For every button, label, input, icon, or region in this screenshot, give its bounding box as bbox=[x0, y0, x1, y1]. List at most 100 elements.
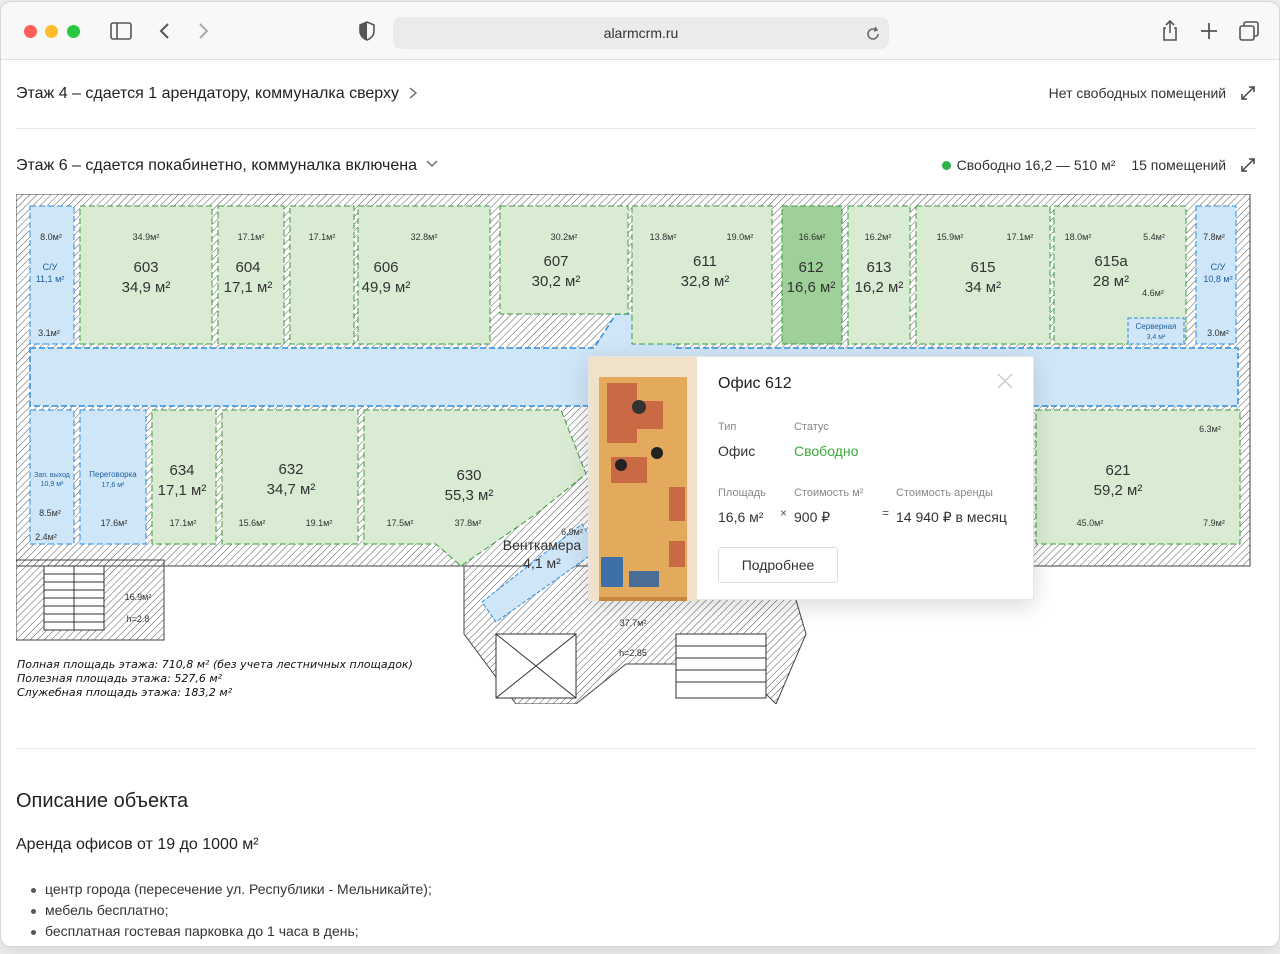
page-content: Этаж 4 – сдается 1 арендатору, коммуналк… bbox=[1, 60, 1279, 946]
small-label: 15.9м² bbox=[937, 232, 964, 242]
tabs-icon[interactable] bbox=[1236, 18, 1262, 44]
meeting-label: Переговорка bbox=[89, 470, 137, 479]
small-label: 17.1м² bbox=[170, 518, 197, 528]
wc-right-area: 10,8 м² bbox=[1203, 274, 1232, 284]
meeting-area: 17,6 м² bbox=[102, 482, 125, 489]
room-603-area: 34,9 м² bbox=[122, 279, 171, 296]
room-613-area: 16,2 м² bbox=[855, 279, 904, 296]
floor-6-availability: Свободно 16,2 — 510 м² 15 помещений bbox=[941, 157, 1256, 173]
share-icon[interactable] bbox=[1157, 18, 1183, 44]
section-divider bbox=[16, 748, 1256, 749]
room-612-area: 16,6 м² bbox=[787, 279, 836, 296]
floor-6-room-count: 15 помещений bbox=[1131, 157, 1227, 173]
small-label: 7.8м² bbox=[1203, 232, 1225, 242]
room-634-number: 634 bbox=[169, 462, 194, 479]
small-label: 17.5м² bbox=[387, 518, 414, 528]
room-603-number: 603 bbox=[133, 259, 158, 276]
type-label: Тип bbox=[718, 421, 737, 433]
price-label: Стоимость м² bbox=[794, 487, 864, 499]
sidebar-icon[interactable] bbox=[108, 18, 134, 44]
floor-4-row[interactable]: Этаж 4 – сдается 1 арендатору, коммуналк… bbox=[16, 82, 1256, 106]
floor-6-title: Этаж 6 – сдается покабинетно, коммуналка… bbox=[16, 157, 417, 174]
plus-icon[interactable] bbox=[1196, 18, 1222, 44]
small-label: 19.1м² bbox=[306, 518, 333, 528]
room-604-number: 604 bbox=[235, 259, 260, 276]
area-value: 16,6 м² bbox=[718, 509, 764, 525]
total-area: Полная площадь этажа: 710,8 м² (без учет… bbox=[17, 658, 413, 671]
room-632-number: 632 bbox=[278, 461, 303, 478]
small-label: 19.0м² bbox=[727, 232, 754, 242]
shield-icon[interactable] bbox=[354, 18, 380, 44]
floor-4-availability-text: Нет свободных помещений bbox=[1048, 85, 1227, 101]
wc-left-label: С/У bbox=[43, 262, 58, 272]
back-icon[interactable] bbox=[152, 18, 178, 44]
floor-6-availability-text: Свободно 16,2 — 510 м² bbox=[956, 157, 1116, 173]
room-606-number: 606 bbox=[373, 259, 398, 276]
small-label: 45.0м² bbox=[1077, 518, 1104, 528]
wc-left-area: 11,1 м² bbox=[36, 274, 65, 284]
more-details-button[interactable]: Подробнее bbox=[718, 547, 838, 583]
floor-6-row[interactable]: Этаж 6 – сдается покабинетно, коммуналка… bbox=[16, 154, 1256, 178]
room-612-number: 612 bbox=[798, 259, 823, 276]
status-value: Свободно bbox=[794, 443, 859, 459]
rent-label: Стоимость аренды bbox=[896, 487, 993, 499]
small-label: 2.4м² bbox=[35, 532, 57, 542]
browser-toolbar: alarmcrm.ru bbox=[1, 2, 1279, 60]
floor-4-title: Этаж 4 – сдается 1 арендатору, коммуналк… bbox=[16, 85, 400, 102]
exit-label: Зап. выход bbox=[34, 472, 70, 479]
list-item: мебель бесплатно; bbox=[29, 902, 432, 923]
small-label: 3.1м² bbox=[38, 328, 60, 338]
price-value: 900 ₽ bbox=[794, 509, 831, 525]
small-label: 32.8м² bbox=[411, 232, 438, 242]
reload-icon[interactable] bbox=[863, 23, 883, 43]
forward-icon[interactable] bbox=[190, 18, 216, 44]
small-label: 16.9м² bbox=[125, 592, 152, 602]
close-window-button[interactable] bbox=[24, 25, 37, 38]
room-615a-area: 28 м² bbox=[1093, 273, 1129, 290]
expand-icon[interactable] bbox=[1240, 157, 1256, 173]
wc-right-label: С/У bbox=[1211, 262, 1226, 272]
section-divider bbox=[16, 128, 1256, 129]
description-title: Описание объекта bbox=[16, 790, 189, 812]
chevron-down-icon bbox=[426, 160, 438, 167]
small-label: 3.0м² bbox=[1207, 328, 1229, 338]
area-label: Площадь bbox=[718, 487, 766, 499]
description-subtitle: Аренда офисов от 19 до 1000 м² bbox=[16, 836, 259, 853]
room-607-number: 607 bbox=[543, 253, 568, 270]
room-606-area: 49,9 м² bbox=[362, 279, 411, 296]
room-607-area: 30,2 м² bbox=[532, 273, 581, 290]
small-label: 17.1м² bbox=[309, 232, 336, 242]
small-label: 30.2м² bbox=[551, 232, 578, 242]
floor-totals: Полная площадь этажа: 710,8 м² (без учет… bbox=[17, 658, 413, 700]
small-label: 37.7м² bbox=[620, 618, 647, 628]
equals-sign: = bbox=[882, 506, 890, 520]
expand-icon[interactable] bbox=[1240, 85, 1256, 101]
small-label: 16.2м² bbox=[865, 232, 892, 242]
small-label: 13.8м² bbox=[650, 232, 677, 242]
small-label: 17.6м² bbox=[101, 518, 128, 528]
server-label: Серверная bbox=[1136, 322, 1177, 331]
small-label: 17.1м² bbox=[1007, 232, 1034, 242]
stairs-left bbox=[43, 565, 105, 631]
minimize-window-button[interactable] bbox=[45, 25, 58, 38]
room-615a-number: 615а bbox=[1094, 253, 1128, 270]
room-606a[interactable] bbox=[289, 205, 355, 345]
service-area: Служебная площадь этажа: 183,2 м² bbox=[17, 686, 233, 699]
floor-6-label[interactable]: Этаж 6 – сдается покабинетно, коммуналка… bbox=[16, 157, 439, 175]
useful-area: Полезная площадь этажа: 527,6 м² bbox=[17, 672, 223, 685]
zoom-window-button[interactable] bbox=[67, 25, 80, 38]
popup-title: Офис 612 bbox=[718, 375, 792, 392]
small-label: 8.5м² bbox=[39, 508, 61, 518]
multiply-sign: × bbox=[780, 506, 788, 520]
floor-4-availability: Нет свободных помещений bbox=[1049, 85, 1256, 101]
room-613-number: 613 bbox=[866, 259, 891, 276]
small-label: h=2.85 bbox=[619, 648, 647, 658]
address-bar[interactable]: alarmcrm.ru bbox=[393, 17, 889, 49]
floor-4-label[interactable]: Этаж 4 – сдается 1 арендатору, коммуналк… bbox=[16, 85, 419, 103]
room-615-area: 34 м² bbox=[965, 279, 1001, 296]
room-611-number: 611 bbox=[693, 253, 717, 270]
close-icon[interactable] bbox=[995, 371, 1015, 391]
small-label: 6.3м² bbox=[1199, 424, 1221, 434]
exit-area: 10,9 м² bbox=[41, 481, 64, 488]
office-photo bbox=[589, 357, 697, 601]
